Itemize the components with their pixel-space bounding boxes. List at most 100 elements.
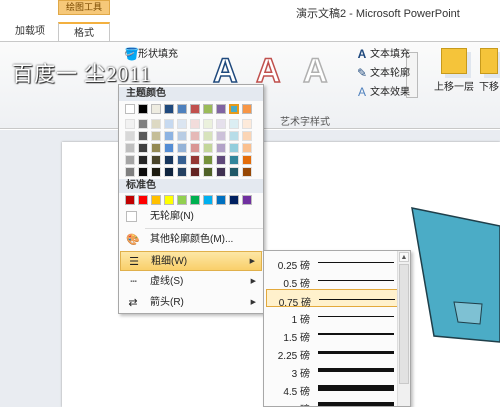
theme-shade-swatch[interactable] (125, 155, 135, 165)
theme-shade-swatch[interactable] (177, 131, 187, 141)
theme-shade-swatch[interactable] (164, 155, 174, 165)
text-effect-button[interactable]: A 文本效果 (356, 83, 410, 98)
weight-option[interactable]: 0.75 磅 (266, 289, 398, 309)
submenu-scrollbar[interactable]: ▲ (397, 251, 410, 406)
arrows-item[interactable]: ⇄ 箭头(R) ▶ (120, 293, 262, 313)
theme-color-swatch[interactable] (190, 104, 200, 114)
theme-shade-swatch[interactable] (203, 131, 213, 141)
theme-color-swatch[interactable] (177, 104, 187, 114)
theme-shade-swatch[interactable] (151, 167, 161, 177)
tab-format[interactable]: 格式 (58, 22, 110, 42)
standard-color-swatch[interactable] (242, 195, 252, 205)
standard-color-swatch[interactable] (125, 195, 135, 205)
scroll-up-icon[interactable]: ▲ (399, 252, 409, 262)
theme-color-swatch[interactable] (151, 104, 161, 114)
no-outline-item[interactable]: 无轮廓(N) (120, 207, 262, 227)
dashes-item[interactable]: ┄ 虚线(S) ▶ (120, 272, 262, 292)
theme-shade-swatch[interactable] (138, 131, 148, 141)
weight-option[interactable]: 3 磅 (266, 361, 398, 380)
theme-shade-swatch[interactable] (138, 143, 148, 153)
theme-shade-swatch[interactable] (216, 143, 226, 153)
theme-shade-swatch[interactable] (216, 167, 226, 177)
theme-shade-swatch[interactable] (177, 143, 187, 153)
weight-option[interactable]: 1 磅 (266, 307, 398, 326)
theme-color-swatch[interactable] (125, 104, 135, 114)
theme-shade-swatch[interactable] (177, 119, 187, 129)
key-shape[interactable] (453, 301, 483, 325)
weight-option[interactable]: 0.25 磅 (266, 253, 398, 272)
standard-color-swatch[interactable] (190, 195, 200, 205)
theme-shade-swatch[interactable] (138, 167, 148, 177)
wordart-style-gray[interactable]: A (302, 51, 328, 91)
theme-shade-swatch[interactable] (151, 119, 161, 129)
theme-color-swatch[interactable] (229, 104, 239, 114)
tab-addins[interactable]: 加载项 (4, 22, 56, 42)
theme-shade-swatch[interactable] (203, 167, 213, 177)
theme-shade-swatch[interactable] (164, 131, 174, 141)
scroll-thumb[interactable] (399, 264, 409, 384)
standard-color-swatch[interactable] (138, 195, 148, 205)
weight-option[interactable]: 1.5 磅 (266, 325, 398, 344)
theme-shade-swatch[interactable] (216, 119, 226, 129)
theme-shade-swatch[interactable] (190, 167, 200, 177)
theme-shade-swatch[interactable] (138, 119, 148, 129)
theme-shade-swatch[interactable] (242, 155, 252, 165)
theme-shade-swatch[interactable] (203, 119, 213, 129)
theme-shade-swatch[interactable] (242, 119, 252, 129)
theme-shade-swatch[interactable] (242, 131, 252, 141)
theme-color-swatch[interactable] (242, 104, 252, 114)
theme-shade-swatch[interactable] (151, 131, 161, 141)
theme-shade-swatch[interactable] (151, 155, 161, 165)
theme-shade-swatch[interactable] (229, 167, 239, 177)
theme-color-swatch[interactable] (216, 104, 226, 114)
theme-color-swatch[interactable] (138, 104, 148, 114)
theme-shade-swatch[interactable] (164, 167, 174, 177)
pennant-shape[interactable] (411, 207, 500, 343)
bring-forward-button[interactable]: 上移一层 (434, 44, 474, 96)
theme-shade-swatch[interactable] (190, 143, 200, 153)
theme-shade-swatch[interactable] (125, 143, 135, 153)
weight-option[interactable]: 2.25 磅 (266, 343, 398, 362)
theme-shade-swatch[interactable] (190, 119, 200, 129)
shape-fill-button[interactable]: 🪣形状填充 (124, 45, 178, 60)
theme-shade-swatch[interactable] (177, 155, 187, 165)
weight-item[interactable]: ☰ 粗细(W) ▶ (120, 251, 262, 271)
theme-shade-swatch[interactable] (203, 155, 213, 165)
weight-option[interactable]: 6 磅 (266, 397, 398, 406)
theme-shade-swatch[interactable] (151, 143, 161, 153)
theme-shade-swatch[interactable] (125, 119, 135, 129)
wordart-styles-group-label: 艺术字样式 (280, 117, 330, 128)
theme-shade-swatch[interactable] (164, 143, 174, 153)
theme-shade-swatch[interactable] (177, 167, 187, 177)
theme-shade-swatch[interactable] (190, 155, 200, 165)
theme-shade-swatch[interactable] (125, 131, 135, 141)
theme-color-swatch[interactable] (203, 104, 213, 114)
weight-option[interactable]: 0.5 磅 (266, 271, 398, 290)
standard-color-swatch[interactable] (229, 195, 239, 205)
theme-shade-swatch[interactable] (216, 131, 226, 141)
theme-shade-swatch[interactable] (203, 143, 213, 153)
standard-color-swatch[interactable] (203, 195, 213, 205)
theme-shade-swatch[interactable] (242, 167, 252, 177)
standard-color-swatch[interactable] (177, 195, 187, 205)
weight-option[interactable]: 4.5 磅 (266, 379, 398, 398)
theme-shade-swatch[interactable] (242, 143, 252, 153)
theme-shade-swatch[interactable] (229, 143, 239, 153)
standard-color-swatch[interactable] (151, 195, 161, 205)
theme-shade-swatch[interactable] (229, 155, 239, 165)
theme-shade-swatch[interactable] (216, 155, 226, 165)
theme-shade-swatch[interactable] (138, 155, 148, 165)
ribbon-tabs: 加载项 格式 (0, 22, 500, 42)
text-outline-button[interactable]: ✎ 文本轮廓 (356, 64, 410, 79)
theme-shade-swatch[interactable] (164, 119, 174, 129)
send-backward-button[interactable]: 下移 (478, 44, 500, 96)
theme-shade-swatch[interactable] (125, 167, 135, 177)
theme-shade-swatch[interactable] (229, 119, 239, 129)
text-fill-button[interactable]: A 文本填充 (356, 45, 410, 60)
standard-color-swatch[interactable] (216, 195, 226, 205)
theme-shade-swatch[interactable] (190, 131, 200, 141)
standard-color-swatch[interactable] (164, 195, 174, 205)
theme-shade-swatch[interactable] (229, 131, 239, 141)
more-outline-colors-item[interactable]: 🎨 其他轮廓颜色(M)... (120, 230, 262, 250)
theme-color-swatch[interactable] (164, 104, 174, 114)
